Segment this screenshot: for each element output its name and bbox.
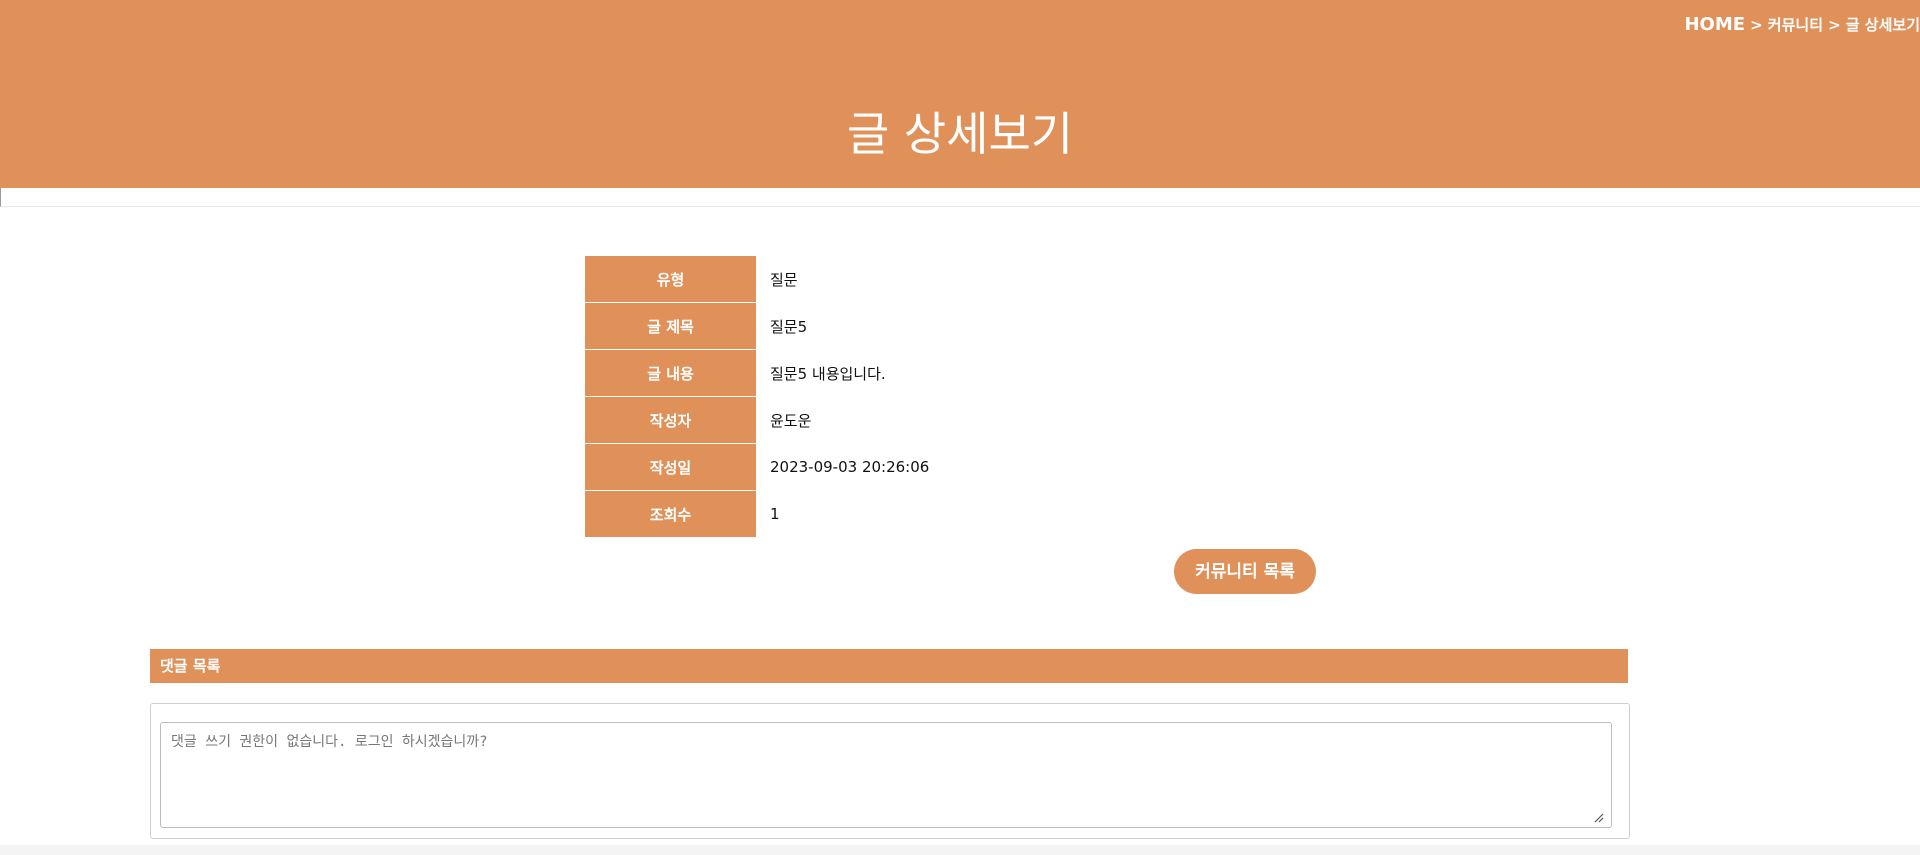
detail-row-author: 작성자 윤도운 — [585, 396, 1170, 444]
breadcrumb: HOME > 커뮤니티 > 글 상세보기 — [1684, 14, 1920, 35]
detail-row-content: 글 내용 질문5 내용입니다. — [585, 349, 1170, 397]
detail-value: 질문 — [756, 256, 1170, 303]
detail-row-views: 조회수 1 — [585, 490, 1170, 537]
detail-value: 질문5 내용입니다. — [756, 349, 1170, 397]
comment-input[interactable] — [160, 722, 1612, 828]
detail-label: 유형 — [585, 256, 756, 303]
detail-value: 윤도운 — [756, 396, 1170, 444]
detail-label: 작성일 — [585, 443, 756, 491]
detail-label: 글 제목 — [585, 302, 756, 350]
page-title: 글 상세보기 — [846, 107, 1074, 161]
detail-row-title: 글 제목 질문5 — [585, 302, 1170, 350]
banner-divider — [0, 188, 1920, 207]
breadcrumb-item-current: 글 상세보기 — [1845, 16, 1920, 34]
breadcrumb-item-community[interactable]: 커뮤니티 — [1768, 16, 1823, 34]
detail-label: 작성자 — [585, 396, 756, 444]
detail-row-date: 작성일 2023-09-03 20:26:06 — [585, 443, 1170, 491]
detail-label: 글 내용 — [585, 349, 756, 397]
page-bottom-strip — [0, 845, 1920, 855]
comments-header: 댓글 목록 — [150, 649, 1628, 683]
detail-row-type: 유형 질문 — [585, 256, 1170, 303]
detail-label: 조회수 — [585, 490, 756, 537]
detail-value: 질문5 — [756, 302, 1170, 350]
breadcrumb-home[interactable]: HOME — [1684, 14, 1745, 35]
resize-handle-icon[interactable] — [1594, 813, 1604, 823]
community-list-button[interactable]: 커뮤니티 목록 — [1174, 549, 1316, 594]
comment-form — [150, 703, 1630, 839]
detail-value: 1 — [770, 505, 780, 523]
post-detail-table: 유형 질문 글 제목 질문5 글 내용 질문5 내용입니다. 작성자 윤도운 작… — [585, 256, 1170, 537]
detail-value: 2023-09-03 20:26:06 — [756, 443, 1170, 491]
breadcrumb-separator: > — [1750, 16, 1763, 34]
breadcrumb-separator: > — [1828, 16, 1841, 34]
page-banner: HOME > 커뮤니티 > 글 상세보기 글 상세보기 — [0, 0, 1920, 188]
